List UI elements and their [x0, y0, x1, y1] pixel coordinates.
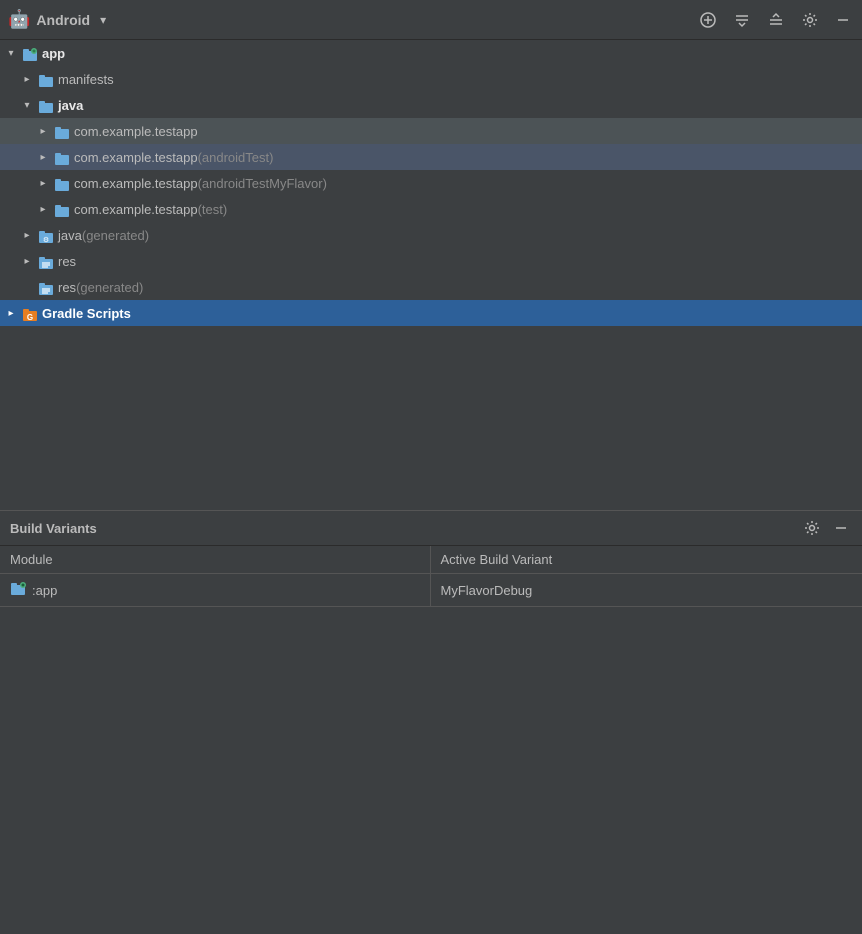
svg-text:G: G	[27, 313, 33, 322]
item-suffix-pkg4: (test)	[198, 202, 228, 217]
folder-icon-pkg1	[54, 125, 70, 137]
expand-arrow-res[interactable]	[20, 254, 34, 268]
table-cell-variant[interactable]: MyFlavorDebug	[430, 574, 862, 607]
expand-arrow-gradle[interactable]	[4, 306, 18, 320]
build-variants-panel: Build Variants Module Active Build Varia…	[0, 510, 862, 897]
toolbar-actions	[696, 10, 854, 30]
dropdown-button[interactable]: ▾	[96, 11, 110, 29]
folder-icon-pkg2	[54, 151, 70, 163]
expand-arrow-pkg1[interactable]	[36, 124, 50, 138]
module-name: :app	[32, 583, 57, 598]
folder-icon-java	[38, 99, 54, 111]
bottom-empty-area	[0, 607, 862, 897]
build-variants-title: Build Variants	[10, 521, 800, 536]
folder-icon-res	[38, 255, 54, 267]
folder-icon-java-gen: ⚙	[38, 229, 54, 241]
item-suffix-java-gen: (generated)	[82, 228, 149, 243]
file-tree: app manifests java	[0, 40, 862, 510]
expand-arrow-pkg4[interactable]	[36, 202, 50, 216]
toolbar-title: 🤖 Android ▾	[8, 9, 696, 30]
tree-item-res-gen[interactable]: res (generated)	[0, 274, 862, 300]
tree-item-pkg3[interactable]: com.example.testapp (androidTest)	[0, 144, 862, 170]
expand-arrow-app[interactable]	[4, 46, 18, 60]
tree-item-pkg5[interactable]: com.example.testapp (test)	[0, 196, 862, 222]
item-label-app: app	[42, 46, 65, 61]
item-suffix-pkg3: (androidTestMyFlavor)	[198, 176, 327, 191]
item-label-pkg1: com.example.testapp	[74, 124, 198, 139]
bv-minimize-button[interactable]	[830, 519, 852, 537]
item-label-res-gen: res	[58, 280, 76, 295]
settings-button[interactable]	[798, 10, 822, 30]
folder-icon-pkg4	[54, 203, 70, 215]
item-label-res: res	[58, 254, 76, 269]
folder-icon-res-gen	[38, 281, 54, 293]
expand-arrow-java-gen[interactable]	[20, 228, 34, 242]
expand-arrow-java[interactable]	[20, 98, 34, 112]
tree-item-pkg4[interactable]: com.example.testapp (androidTestMyFlavor…	[0, 170, 862, 196]
item-suffix-res-gen: (generated)	[76, 280, 143, 295]
item-label-pkg2: com.example.testapp	[74, 150, 198, 165]
panel-title: Android	[36, 12, 90, 28]
app-module-icon	[10, 582, 26, 598]
variant-value: MyFlavorDebug	[441, 583, 533, 598]
item-label-pkg3: com.example.testapp	[74, 176, 198, 191]
bv-actions	[800, 518, 852, 538]
expand-all-button[interactable]	[764, 10, 788, 30]
tree-item-java-gen[interactable]: ⚙ java (generated)	[0, 222, 862, 248]
item-label-pkg4: com.example.testapp	[74, 202, 198, 217]
add-button[interactable]	[696, 10, 720, 30]
expand-arrow-pkg2[interactable]	[36, 150, 50, 164]
table-cell-module: :app	[0, 574, 430, 607]
col-header-module: Module	[0, 546, 430, 574]
expand-arrow-pkg3[interactable]	[36, 176, 50, 190]
expand-arrow-manifests[interactable]	[20, 72, 34, 86]
tree-item-pkg2[interactable]: com.example.testapp	[0, 118, 862, 144]
tree-item-res[interactable]: res	[0, 248, 862, 274]
tree-item-app[interactable]: app	[0, 40, 862, 66]
build-variants-header: Build Variants	[0, 510, 862, 546]
table-row[interactable]: :app MyFlavorDebug	[0, 574, 862, 607]
build-variants-table: Module Active Build Variant :app	[0, 546, 862, 607]
tree-item-java[interactable]: java	[0, 92, 862, 118]
folder-icon-app	[22, 47, 38, 59]
module-cell: :app	[10, 582, 420, 598]
bv-settings-button[interactable]	[800, 518, 824, 538]
folder-icon-manifests	[38, 73, 54, 85]
android-icon: 🤖	[8, 9, 30, 30]
col-header-variant: Active Build Variant	[430, 546, 862, 574]
svg-text:⚙: ⚙	[43, 236, 49, 244]
item-label-java-gen: java	[58, 228, 82, 243]
minimize-button[interactable]	[832, 11, 854, 29]
tree-item-manifests[interactable]: manifests	[0, 66, 862, 92]
item-label-gradle: Gradle Scripts	[42, 306, 131, 321]
collapse-all-button[interactable]	[730, 10, 754, 30]
item-label-manifests: manifests	[58, 72, 114, 87]
toolbar: 🤖 Android ▾	[0, 0, 862, 40]
folder-icon-gradle: G	[22, 307, 38, 319]
item-label-java: java	[58, 98, 83, 113]
tree-item-gradle[interactable]: G Gradle Scripts	[0, 300, 862, 326]
folder-icon-pkg3	[54, 177, 70, 189]
item-suffix-pkg2: (androidTest)	[198, 150, 274, 165]
